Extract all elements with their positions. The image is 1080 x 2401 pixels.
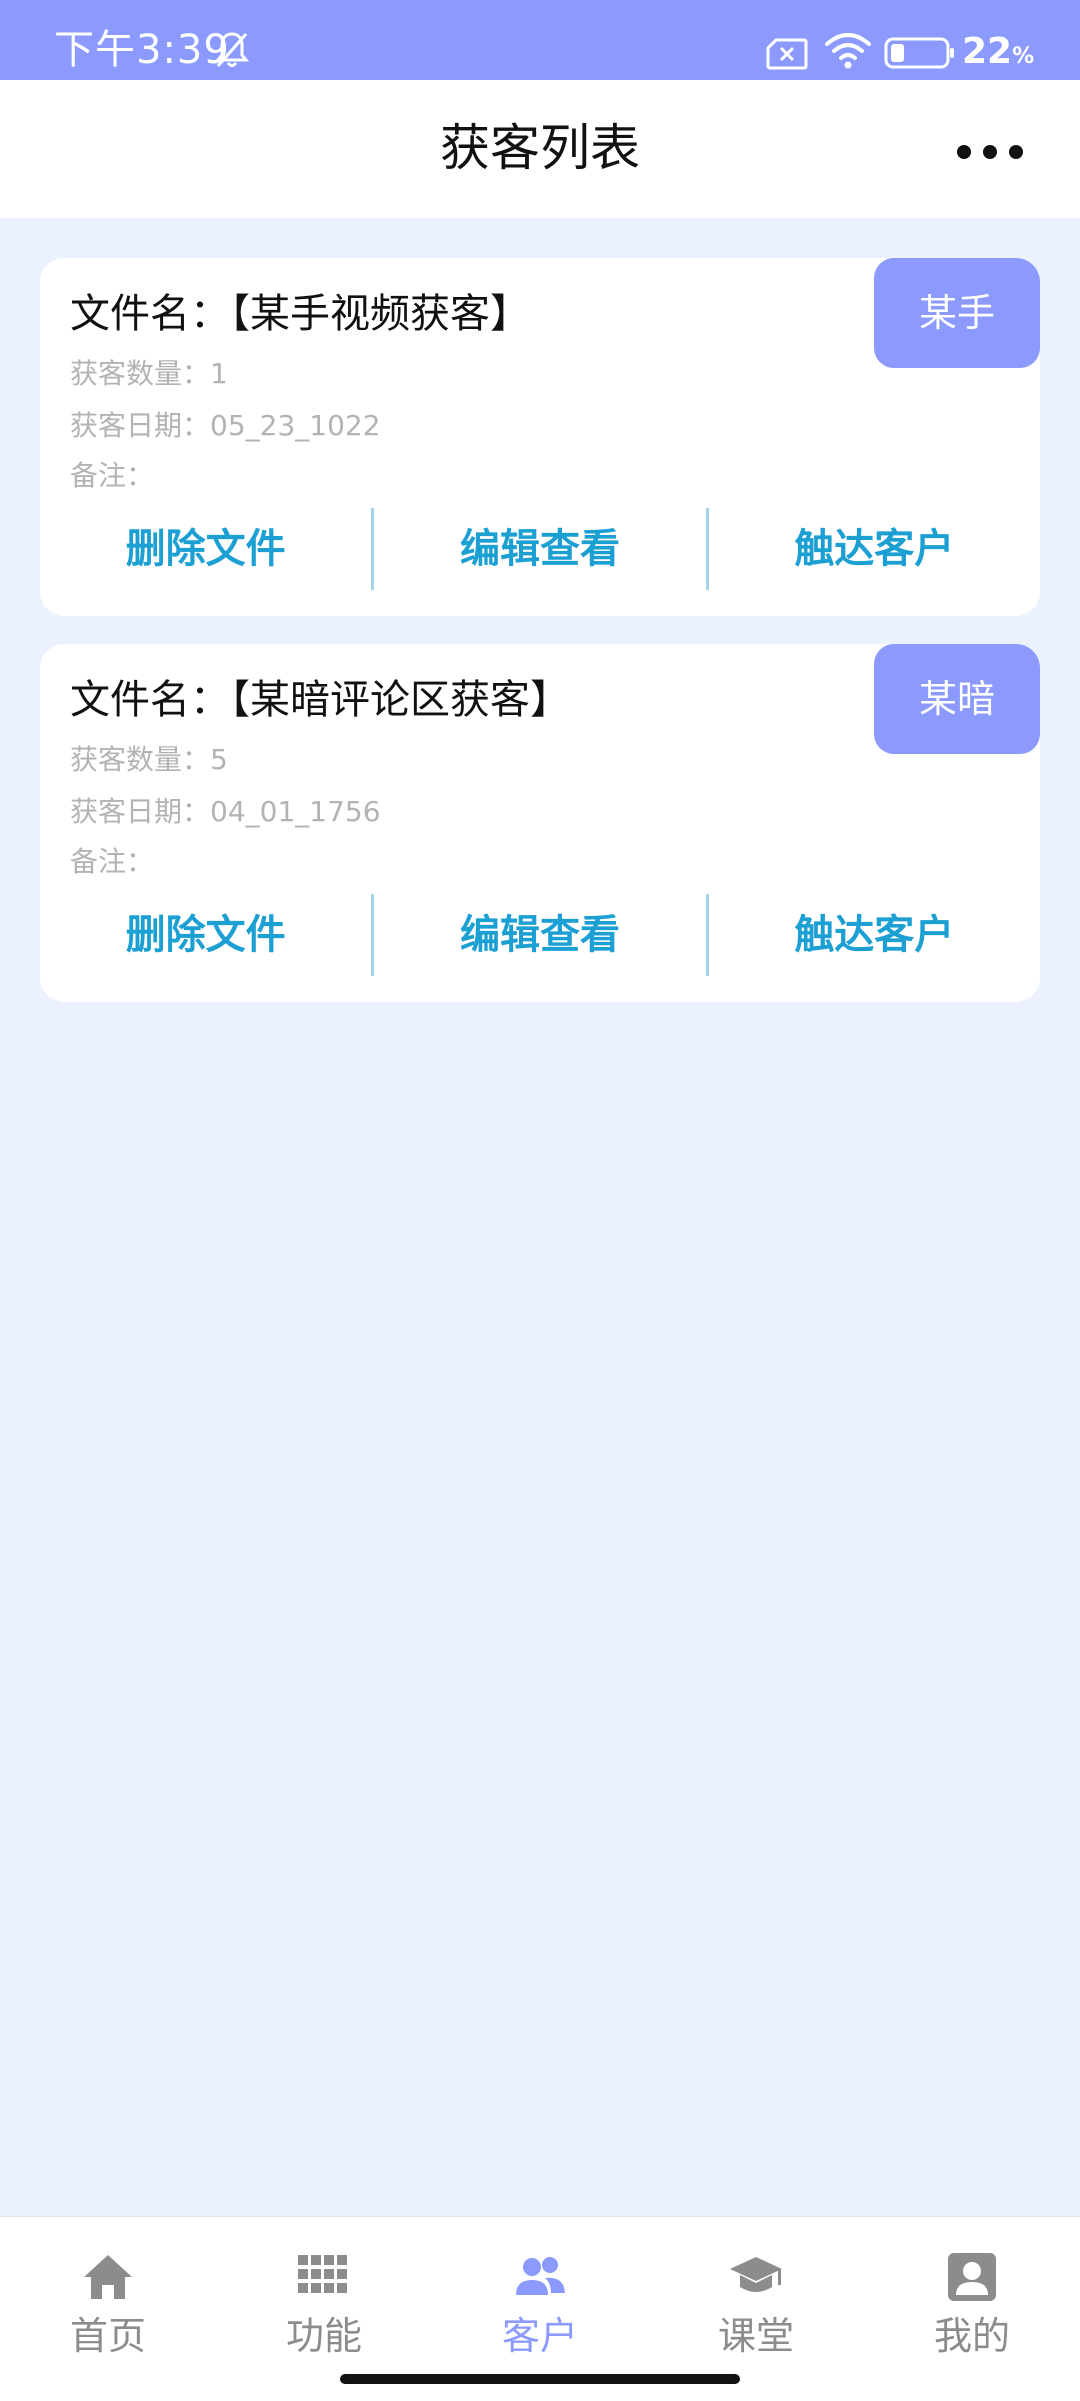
count-value: 1	[210, 357, 228, 390]
bell-off-icon	[214, 32, 250, 67]
file-name-value: 【某暗评论区获客】	[230, 677, 570, 723]
file-name-label: 文件名：	[70, 291, 230, 337]
file-card: 某暗 文件名：【某暗评论区获客】 获客数量：5 获客日期：04_01_1756 …	[40, 644, 1040, 1002]
status-time: 下午3:39	[54, 27, 230, 73]
reach-customer-button[interactable]: 触达客户	[709, 506, 1040, 596]
app-header: 获客列表	[0, 80, 1080, 218]
wifi-icon	[825, 33, 871, 69]
count-label: 获客数量：	[70, 357, 211, 390]
tab-label: 功能	[285, 2314, 362, 2358]
file-name-line: 文件名：【某暗评论区获客】	[70, 674, 570, 726]
grid-icon	[298, 2255, 347, 2293]
date-value: 04_01_1756	[210, 795, 381, 828]
note-line: 备注：	[70, 845, 155, 878]
tab-functions[interactable]: 功能	[216, 2231, 432, 2381]
file-name-label: 文件名：	[70, 677, 230, 723]
edit-view-button[interactable]: 编辑查看	[374, 506, 705, 596]
edit-view-button[interactable]: 编辑查看	[374, 892, 705, 982]
home-icon	[84, 2255, 132, 2299]
profile-icon	[948, 2253, 996, 2301]
count-line: 获客数量：5	[70, 742, 228, 778]
date-label: 获客日期：	[70, 409, 211, 442]
date-line: 获客日期：05_23_1022	[70, 408, 381, 444]
date-line: 获客日期：04_01_1756	[70, 794, 381, 830]
sim-x-icon	[766, 38, 808, 70]
platform-tag: 某手	[874, 258, 1040, 368]
count-line: 获客数量：1	[70, 356, 228, 392]
page-title: 获客列表	[440, 119, 640, 177]
card-actions: 删除文件 编辑查看 触达客户	[40, 506, 1040, 596]
delete-file-button[interactable]: 删除文件	[40, 892, 371, 982]
tab-label: 课堂	[717, 2314, 794, 2358]
delete-file-button[interactable]: 删除文件	[40, 506, 371, 596]
reach-customer-button[interactable]: 触达客户	[709, 892, 1040, 982]
count-value: 5	[210, 743, 228, 776]
file-name-line: 文件名：【某手视频获客】	[70, 288, 530, 340]
status-bar: 下午3:39 22%	[0, 0, 1080, 80]
tab-label: 我的	[933, 2314, 1010, 2358]
home-indicator[interactable]	[340, 2374, 740, 2384]
count-label: 获客数量：	[70, 743, 211, 776]
battery-percent: 22%	[962, 31, 1035, 72]
tab-classroom[interactable]: 课堂	[648, 2231, 864, 2381]
file-card: 某手 文件名：【某手视频获客】 获客数量：1 获客日期：05_23_1022 备…	[40, 258, 1040, 616]
note-line: 备注：	[70, 459, 155, 492]
card-actions: 删除文件 编辑查看 触达客户	[40, 892, 1040, 982]
battery-icon	[884, 37, 954, 69]
tab-customers[interactable]: 客户	[432, 2231, 648, 2381]
file-name-value: 【某手视频获客】	[230, 291, 530, 337]
tab-home[interactable]: 首页	[0, 2231, 216, 2381]
tab-label: 客户	[501, 2314, 578, 2358]
tab-profile[interactable]: 我的	[864, 2231, 1080, 2381]
date-label: 获客日期：	[70, 795, 211, 828]
tab-label: 首页	[69, 2314, 146, 2358]
platform-tag: 某暗	[874, 644, 1040, 754]
graduation-cap-icon	[730, 2257, 782, 2292]
users-icon	[516, 2257, 565, 2295]
date-value: 05_23_1022	[210, 409, 381, 442]
file-list: 某手 文件名：【某手视频获客】 获客数量：1 获客日期：05_23_1022 备…	[40, 258, 1040, 1030]
more-dots-icon[interactable]	[950, 132, 1030, 172]
